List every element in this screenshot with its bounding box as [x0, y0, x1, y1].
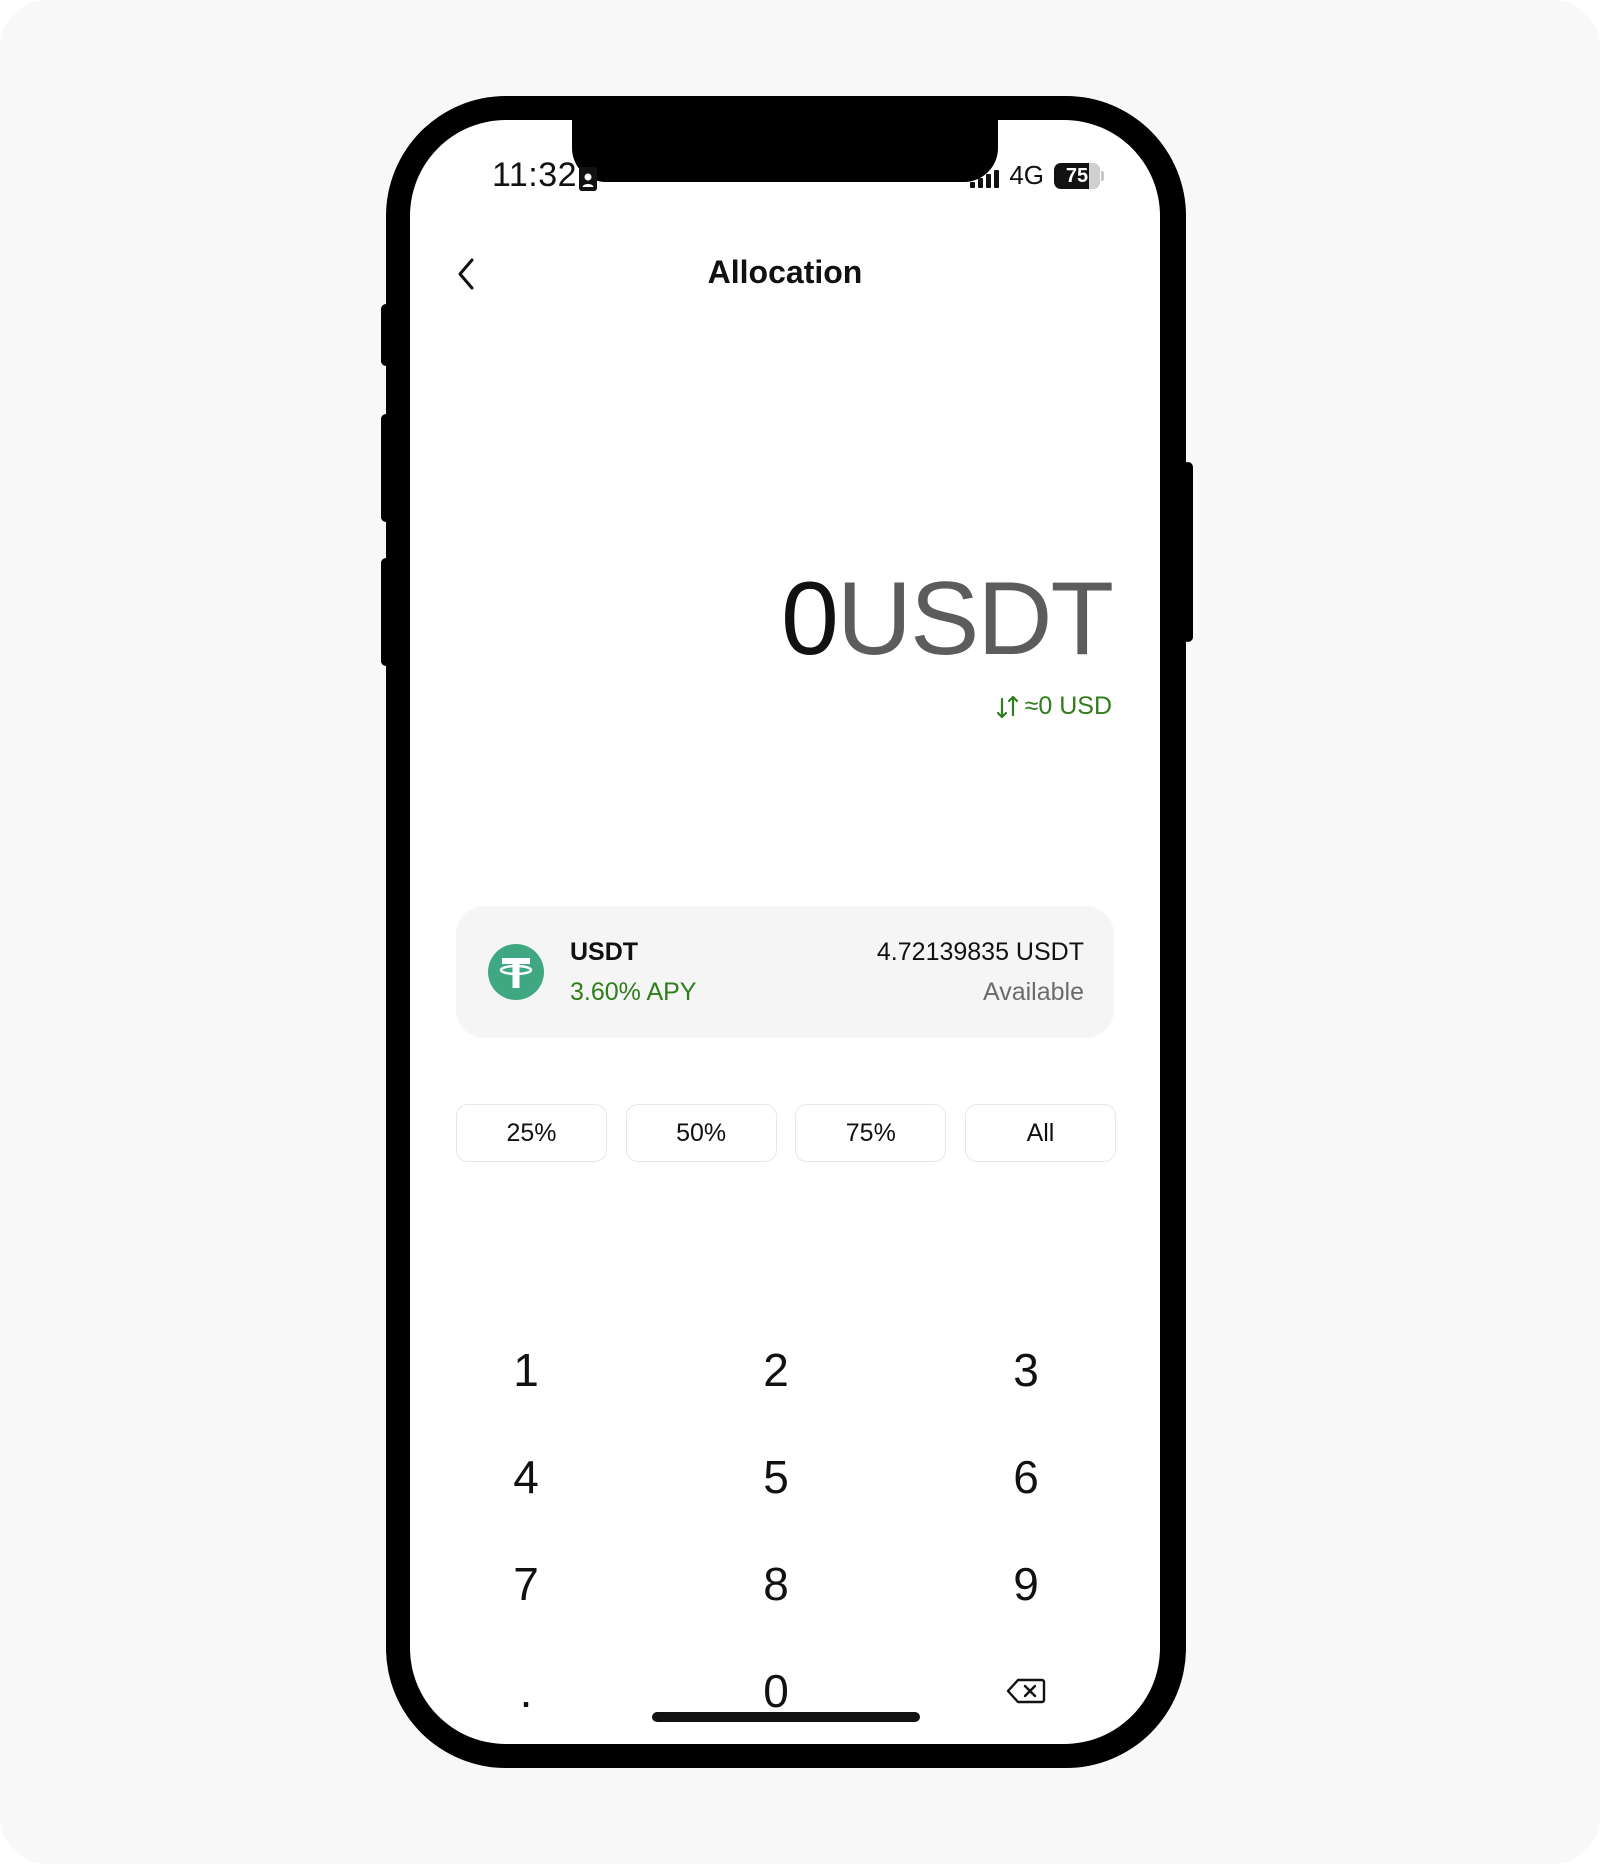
key-9[interactable]: 9: [966, 1544, 1086, 1624]
available-label: Available: [982, 978, 1084, 1006]
volume-down-button: [381, 558, 391, 666]
key-6[interactable]: 6: [966, 1437, 1086, 1517]
amount-display: 0 USDT: [781, 560, 1114, 679]
key-4[interactable]: 4: [466, 1437, 586, 1517]
power-button: [1183, 462, 1193, 642]
volume-up-button: [381, 414, 391, 522]
home-indicator: [652, 1712, 920, 1722]
contact-card-icon: [579, 167, 597, 191]
backspace-button[interactable]: [966, 1651, 1086, 1731]
swap-arrows-icon: [996, 695, 1018, 718]
battery-level: 75: [1065, 164, 1089, 187]
currency-toggle[interactable]: ≈0 USD: [995, 692, 1112, 721]
key-3[interactable]: 3: [966, 1330, 1086, 1410]
asset-balance: 4.72139835 USDT: [876, 938, 1084, 966]
asset-card[interactable]: USDT 3.60% APY 4.72139835 USDT Available: [456, 906, 1114, 1038]
notch: [572, 120, 998, 182]
status-time: 11:32: [492, 156, 578, 194]
amount-unit: USDT: [836, 561, 1114, 677]
usd-conversion: ≈0 USD: [1024, 692, 1112, 720]
percent-50-button[interactable]: 50%: [625, 1104, 777, 1162]
page-background: 11:32 4G 75 Allocation 0 USDT ≈0 USD USD…: [0, 0, 1600, 1864]
key-7[interactable]: 7: [466, 1544, 586, 1624]
percent-button-row: 25% 50% 75% All: [456, 1104, 1116, 1162]
page-title: Allocation: [707, 254, 863, 290]
signal-icon: [970, 164, 1000, 188]
battery-icon: 75: [1054, 162, 1104, 189]
key-8[interactable]: 8: [716, 1544, 836, 1624]
key-decimal[interactable]: .: [466, 1651, 586, 1731]
percent-25-button[interactable]: 25%: [456, 1104, 607, 1162]
backspace-icon: [1006, 1678, 1046, 1704]
percent-75-button[interactable]: 75%: [795, 1104, 947, 1162]
mute-switch: [381, 304, 391, 366]
tether-logo-icon: [488, 944, 544, 1000]
status-right: 4G 75: [970, 160, 1104, 191]
network-label: 4G: [1009, 160, 1044, 190]
key-5[interactable]: 5: [716, 1437, 836, 1517]
asset-apy: 3.60% APY: [570, 978, 697, 1006]
key-2[interactable]: 2: [716, 1330, 836, 1410]
key-1[interactable]: 1: [466, 1330, 586, 1410]
all-button[interactable]: All: [964, 1104, 1116, 1162]
amount-value: 0: [781, 561, 839, 677]
asset-symbol: USDT: [570, 938, 639, 966]
phone-screen: 11:32 4G 75 Allocation 0 USDT ≈0 USD USD…: [410, 120, 1160, 1744]
